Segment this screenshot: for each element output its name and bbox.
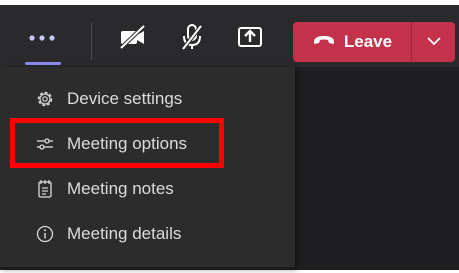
phone-hang-up-icon — [312, 33, 336, 52]
leave-button[interactable]: Leave — [293, 22, 411, 62]
share-screen-icon — [236, 24, 264, 55]
share-screen-button[interactable] — [230, 21, 270, 57]
sliders-icon — [34, 133, 56, 155]
meeting-toolbar: Leave — [0, 5, 459, 67]
notes-icon — [34, 178, 56, 200]
more-actions-button[interactable] — [22, 21, 62, 57]
info-icon — [34, 223, 56, 245]
menu-item-label: Meeting options — [67, 134, 188, 153]
menu-item-meeting-options[interactable]: Meeting options — [0, 122, 295, 166]
menu-item-label: Meeting details — [67, 224, 182, 243]
menu-item-meeting-details[interactable]: Meeting details — [0, 212, 295, 256]
menu-item-meeting-notes[interactable]: Meeting notes — [0, 167, 295, 211]
menu-bottom-edge — [0, 267, 295, 270]
meeting-window: Leave Device settings Meeting options Me… — [0, 0, 459, 273]
menu-item-label: Meeting notes — [67, 179, 174, 198]
active-indicator — [25, 62, 61, 65]
more-options-icon — [27, 30, 57, 48]
gear-icon — [34, 88, 56, 110]
mic-toggle-button[interactable] — [172, 21, 212, 57]
chevron-down-icon — [426, 33, 442, 51]
leave-button-group: Leave — [293, 22, 455, 62]
camera-toggle-button[interactable] — [113, 21, 153, 57]
camera-off-icon — [118, 24, 148, 55]
toolbar-divider — [91, 22, 92, 60]
menu-item-label: Device settings — [67, 89, 183, 108]
leave-label: Leave — [343, 32, 393, 51]
menu-item-device-settings[interactable]: Device settings — [0, 77, 295, 121]
mic-off-icon — [179, 23, 205, 56]
leave-options-dropdown[interactable] — [412, 22, 455, 62]
